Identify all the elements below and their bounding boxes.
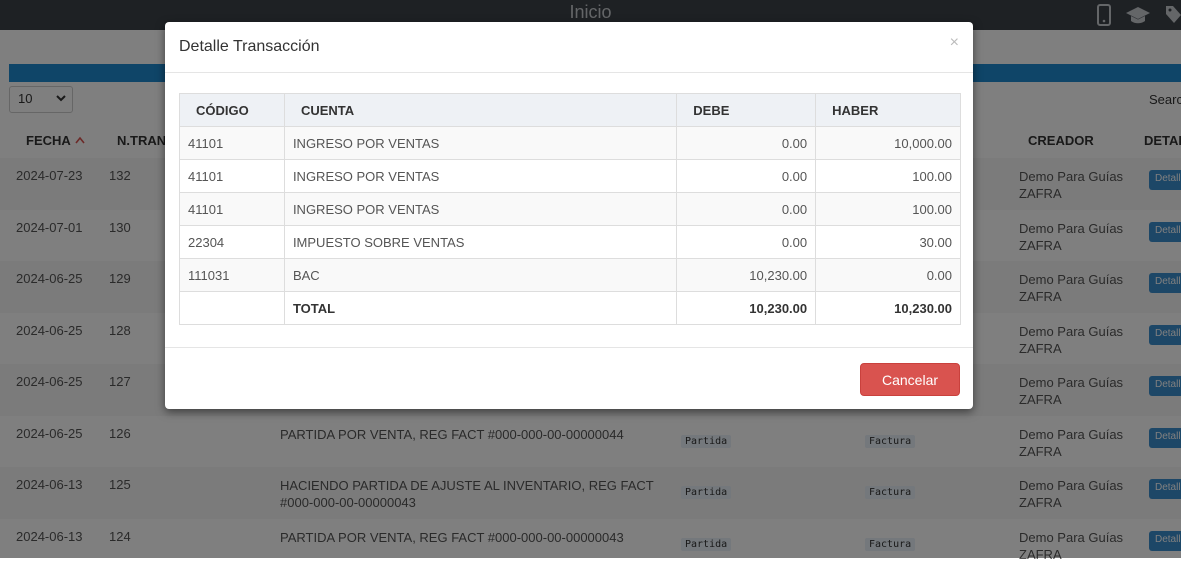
modal-header: Detalle Transacción × (165, 22, 973, 73)
table-row: 41101 INGRESO POR VENTAS 0.00 10,000.00 (179, 126, 961, 160)
cell-debe: 0.00 (676, 225, 817, 259)
cell-codigo: 41101 (179, 159, 285, 193)
modal-title: Detalle Transacción (179, 38, 320, 55)
cell-debe: 10,230.00 (676, 258, 817, 292)
table-row: 41101 INGRESO POR VENTAS 0.00 100.00 (179, 192, 961, 226)
cell-total-empty (179, 291, 285, 325)
modal-footer: Cancelar (165, 347, 973, 410)
cell-codigo: 22304 (179, 225, 285, 259)
cell-haber: 100.00 (815, 159, 961, 193)
column-header-haber: HABER (815, 93, 961, 127)
total-label: TOTAL (283, 291, 678, 325)
cell-haber: 100.00 (815, 192, 961, 226)
column-header-debe: DEBE (676, 93, 817, 127)
table-row: 22304 IMPUESTO SOBRE VENTAS 0.00 30.00 (179, 225, 961, 259)
cancel-button[interactable]: Cancelar (860, 363, 960, 396)
cell-codigo: 41101 (179, 192, 285, 226)
transaction-detail-table: CÓDIGO CUENTA DEBE HABER 41101 INGRESO P… (179, 93, 961, 325)
cell-cuenta: IMPUESTO SOBRE VENTAS (283, 225, 678, 259)
total-haber: 10,230.00 (815, 291, 961, 325)
cell-codigo: 41101 (179, 126, 285, 160)
cell-cuenta: INGRESO POR VENTAS (283, 159, 678, 193)
cell-haber: 30.00 (815, 225, 961, 259)
cell-haber: 0.00 (815, 258, 961, 292)
cell-debe: 0.00 (676, 192, 817, 226)
column-header-cuenta: CUENTA (283, 93, 678, 127)
column-header-codigo: CÓDIGO (179, 93, 285, 127)
cell-haber: 10,000.00 (815, 126, 961, 160)
table-row: 111031 BAC 10,230.00 0.00 (179, 258, 961, 292)
cell-debe: 0.00 (676, 159, 817, 193)
detail-header-row: CÓDIGO CUENTA DEBE HABER (179, 93, 961, 127)
cell-codigo: 111031 (179, 258, 285, 292)
cell-cuenta: INGRESO POR VENTAS (283, 126, 678, 160)
total-debe: 10,230.00 (676, 291, 817, 325)
total-row: TOTAL 10,230.00 10,230.00 (179, 291, 961, 325)
cell-cuenta: INGRESO POR VENTAS (283, 192, 678, 226)
transaction-detail-modal: Detalle Transacción × CÓDIGO CUENTA DEBE… (165, 22, 973, 409)
table-row: 41101 INGRESO POR VENTAS 0.00 100.00 (179, 159, 961, 193)
cell-debe: 0.00 (676, 126, 817, 160)
cell-cuenta: BAC (283, 258, 678, 292)
close-icon[interactable]: × (950, 34, 959, 52)
